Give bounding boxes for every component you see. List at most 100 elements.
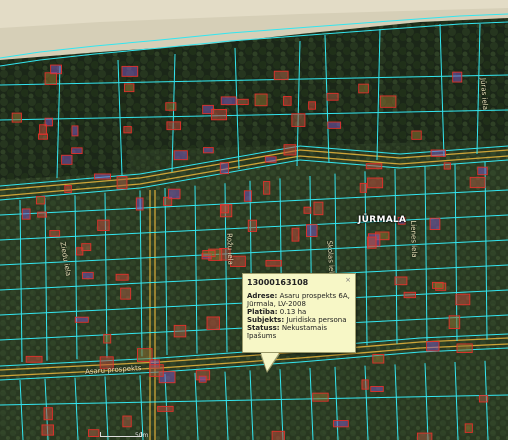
building-footprint xyxy=(283,144,297,156)
building-footprint xyxy=(455,293,471,306)
building-footprint xyxy=(220,204,229,214)
building-footprint xyxy=(271,430,285,440)
building-footprint xyxy=(50,64,62,75)
street-label: Lienes iela xyxy=(408,220,419,258)
parcel-id: 13000163108 xyxy=(247,278,309,287)
building-footprint xyxy=(64,185,72,193)
building-footprint xyxy=(312,392,329,402)
popup-row-subject: Subjekts: Juridiska persona xyxy=(247,316,347,324)
building-footprint xyxy=(97,219,110,231)
building-footprint xyxy=(88,429,100,437)
building-footprint xyxy=(443,162,451,170)
building-footprint xyxy=(219,162,230,175)
building-footprint xyxy=(326,92,339,101)
building-footprint xyxy=(39,124,47,135)
building-footprint xyxy=(247,219,257,232)
building-footprint xyxy=(313,201,324,216)
building-footprint xyxy=(429,217,441,231)
popup-row-status: Statuss: Nekustamais īpašums xyxy=(247,324,328,340)
building-footprint xyxy=(103,333,112,344)
building-footprint xyxy=(168,188,181,200)
popup-pointer xyxy=(261,353,279,371)
building-footprint xyxy=(120,287,132,300)
building-footprint xyxy=(394,276,408,286)
building-footprint xyxy=(202,147,214,154)
building-footprint xyxy=(263,181,271,195)
building-footprint xyxy=(333,420,349,428)
building-footprint xyxy=(121,65,139,77)
building-footprint xyxy=(220,96,237,106)
building-footprint xyxy=(367,236,377,249)
building-footprint xyxy=(264,156,277,163)
building-footprint xyxy=(464,423,473,433)
building-footprint xyxy=(367,177,384,189)
building-footprint xyxy=(236,98,249,105)
building-footprint xyxy=(303,206,312,214)
building-footprint xyxy=(122,415,132,428)
building-footprint xyxy=(430,149,446,157)
aerial-map-layer[interactable] xyxy=(0,0,508,440)
popup-row-address: Adrese: Asaru prospekts 6A, Jūrmala, LV-… xyxy=(247,292,350,308)
scale-label: 50m xyxy=(135,432,149,439)
building-footprint xyxy=(11,112,22,123)
building-footprint xyxy=(327,121,342,129)
building-footprint xyxy=(361,379,369,390)
building-footprint xyxy=(202,250,216,258)
building-footprint xyxy=(265,259,282,267)
building-footprint xyxy=(41,424,54,436)
building-footprint xyxy=(43,407,53,421)
building-footprint xyxy=(157,405,174,412)
building-footprint xyxy=(308,101,316,110)
building-footprint xyxy=(198,375,207,383)
building-footprint xyxy=(211,109,228,121)
building-footprint xyxy=(469,176,486,189)
street-label: Rožu iela xyxy=(225,233,235,265)
building-footprint xyxy=(477,166,488,176)
building-footprint xyxy=(35,196,46,205)
building-footprint xyxy=(358,83,369,94)
building-footprint xyxy=(431,281,444,289)
building-footprint xyxy=(448,315,461,330)
building-footprint xyxy=(173,324,187,338)
building-footprint xyxy=(372,354,385,364)
building-footprint xyxy=(416,432,433,440)
building-footprint xyxy=(81,271,94,280)
building-footprint xyxy=(25,355,43,363)
building-footprint xyxy=(21,208,31,220)
building-footprint xyxy=(456,343,473,353)
popup-row-area: Platība: 0.13 ha xyxy=(247,308,307,316)
building-footprint xyxy=(149,364,164,377)
building-footprint xyxy=(379,95,397,108)
building-footprint xyxy=(411,130,422,140)
building-footprint xyxy=(44,72,57,85)
building-footprint xyxy=(123,83,135,93)
building-footprint xyxy=(123,126,132,134)
building-footprint xyxy=(71,147,83,155)
building-footprint xyxy=(306,224,318,238)
building-footprint xyxy=(173,150,188,161)
parcel-info-popup[interactable]: × 13000163108 Adrese: Asaru prospekts 6A… xyxy=(242,273,356,373)
building-footprint xyxy=(273,70,289,81)
building-footprint xyxy=(74,316,89,323)
building-footprint xyxy=(403,291,416,299)
building-footprint xyxy=(165,102,177,111)
building-footprint xyxy=(206,316,220,331)
building-footprint xyxy=(365,163,383,170)
building-footprint xyxy=(478,395,489,403)
building-footprint xyxy=(135,197,144,211)
building-footprint xyxy=(115,273,129,281)
building-footprint xyxy=(166,121,182,131)
city-label: JŪRMALA xyxy=(358,215,407,225)
building-footprint xyxy=(81,243,92,252)
building-footprint xyxy=(359,182,367,193)
building-footprint xyxy=(370,385,384,392)
close-icon[interactable]: × xyxy=(345,276,351,284)
building-footprint xyxy=(254,93,268,107)
building-footprint xyxy=(452,71,463,83)
building-footprint xyxy=(37,211,47,218)
building-footprint xyxy=(291,113,306,127)
map-view[interactable]: Ziedu iela Rožu iela Skolas iela Lienes … xyxy=(0,0,508,440)
building-footprint xyxy=(116,176,128,190)
building-footprint xyxy=(283,96,292,106)
building-footprint xyxy=(61,154,73,165)
